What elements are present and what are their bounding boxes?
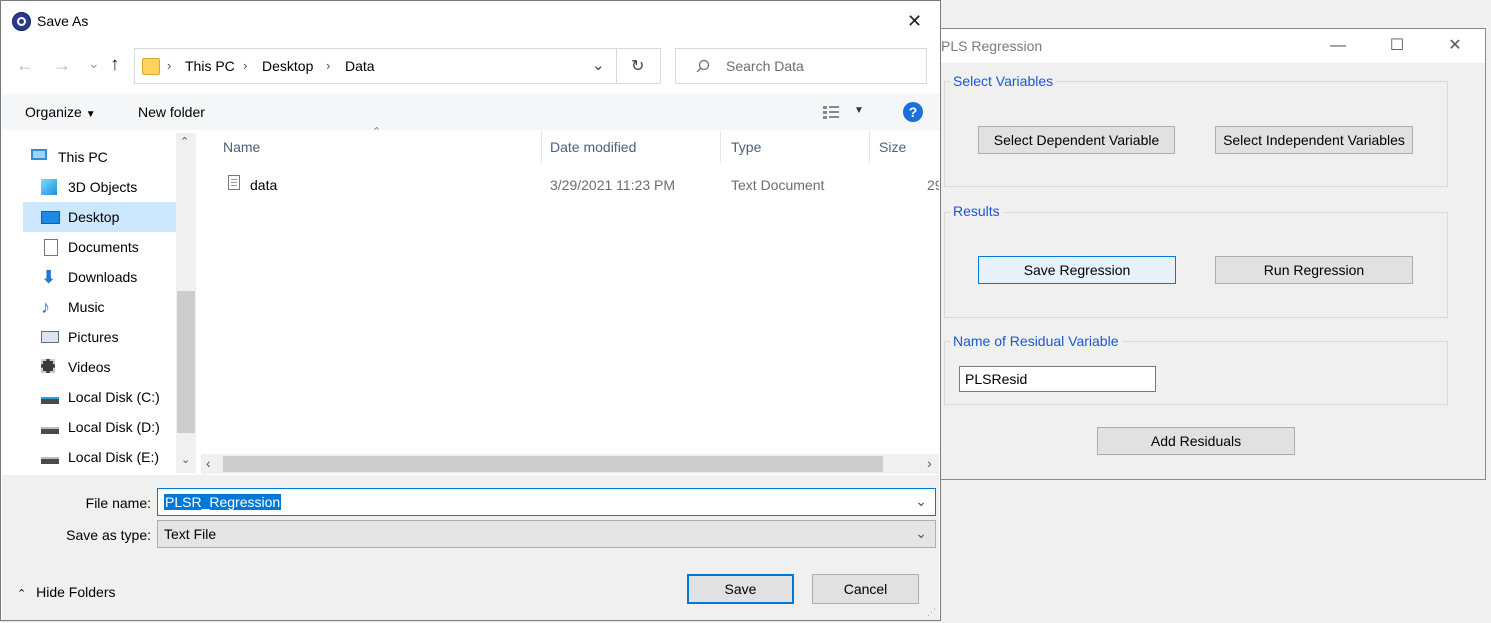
scroll-left-icon[interactable]: ‹ bbox=[206, 455, 211, 471]
sidebar-item-music[interactable]: ♪ Music bbox=[23, 292, 173, 322]
maximize-button[interactable]: ☐ bbox=[1374, 33, 1420, 59]
search-icon bbox=[696, 59, 710, 73]
scroll-right-icon[interactable]: › bbox=[927, 455, 932, 471]
sidebar-item-pictures[interactable]: Pictures bbox=[23, 322, 173, 352]
forward-button[interactable]: → bbox=[53, 55, 71, 76]
search-box[interactable]: Search Data bbox=[675, 48, 927, 84]
drive-icon bbox=[41, 457, 59, 464]
refresh-icon[interactable]: ↻ bbox=[631, 56, 644, 76]
breadcrumb-this-pc[interactable]: This PC bbox=[185, 58, 235, 74]
file-name-input[interactable]: PLSR_Regression ⌄ bbox=[157, 488, 936, 516]
file-list-hscrollbar[interactable]: ‹ › bbox=[201, 454, 939, 474]
file-type: Text Document bbox=[731, 177, 825, 193]
scroll-down-icon[interactable]: ⌄ bbox=[181, 453, 190, 466]
file-name-value: PLSR_Regression bbox=[164, 494, 282, 510]
close-button[interactable]: ✕ bbox=[1432, 33, 1478, 59]
save-as-type-value: Text File bbox=[164, 526, 217, 542]
drive-icon bbox=[41, 427, 59, 434]
text-file-icon bbox=[228, 175, 240, 190]
results-label: Results bbox=[950, 203, 1003, 219]
sidebar-item-videos[interactable]: Videos bbox=[23, 352, 173, 382]
column-header-date[interactable]: Date modified bbox=[550, 139, 636, 159]
column-divider bbox=[541, 131, 542, 163]
column-header-type[interactable]: Type bbox=[731, 139, 761, 159]
save-as-dialog: Save As ✕ ← → ⌄ ↑ › This PC › Desktop › … bbox=[0, 0, 941, 621]
residual-name-input[interactable]: PLSResid bbox=[959, 366, 1156, 392]
view-options-icon[interactable] bbox=[823, 104, 841, 120]
pictures-icon bbox=[41, 331, 59, 343]
select-dependent-variable-button[interactable]: Select Dependent Variable bbox=[978, 126, 1175, 154]
breadcrumb-desktop[interactable]: Desktop bbox=[262, 58, 313, 74]
hide-folders-button[interactable]: ⌃ Hide Folders bbox=[17, 584, 115, 600]
file-date: 3/29/2021 11:23 PM bbox=[550, 177, 676, 193]
computer-icon bbox=[31, 149, 47, 160]
file-name-label: File name: bbox=[85, 495, 151, 511]
column-divider bbox=[720, 131, 721, 163]
recent-locations-button[interactable]: ⌄ bbox=[88, 55, 100, 72]
back-button[interactable]: ← bbox=[16, 55, 34, 76]
up-button[interactable]: ↑ bbox=[110, 54, 120, 76]
organize-menu[interactable]: Organize ▼ bbox=[25, 104, 96, 120]
resize-grip-icon[interactable]: ⋰ bbox=[927, 608, 937, 618]
sidebar-item-this-pc[interactable]: This PC bbox=[13, 142, 163, 172]
pls-window-title: PLS Regression bbox=[941, 38, 1043, 54]
chevron-up-icon: ⌃ bbox=[17, 588, 27, 600]
address-bar[interactable]: › This PC › Desktop › Data ⌄ ↻ bbox=[134, 48, 661, 84]
new-folder-button[interactable]: New folder bbox=[138, 104, 205, 120]
dialog-close-button[interactable]: ✕ bbox=[907, 11, 922, 32]
download-icon: ⬇ bbox=[41, 267, 57, 287]
breadcrumb-data[interactable]: Data bbox=[345, 58, 375, 74]
breadcrumb-separator: › bbox=[326, 58, 331, 73]
sidebar-item-downloads[interactable]: ⬇ Downloads bbox=[23, 262, 173, 292]
search-placeholder: Search Data bbox=[726, 58, 804, 74]
hscroll-thumb[interactable] bbox=[223, 456, 883, 472]
desktop-icon bbox=[41, 211, 60, 224]
drive-icon bbox=[41, 397, 59, 404]
save-button[interactable]: Save bbox=[687, 574, 794, 604]
sidebar-item-local-disk-c[interactable]: Local Disk (C:) bbox=[23, 382, 173, 412]
column-divider bbox=[869, 131, 870, 163]
column-header-size[interactable]: Size bbox=[879, 139, 906, 159]
file-row[interactable]: data 3/29/2021 11:23 PM Text Document 29 bbox=[201, 171, 939, 199]
address-dropdown-icon[interactable]: ⌄ bbox=[592, 56, 605, 74]
add-residuals-button[interactable]: Add Residuals bbox=[1097, 427, 1295, 455]
breadcrumb-separator: › bbox=[243, 58, 248, 73]
breadcrumb-separator: › bbox=[167, 58, 172, 73]
save-as-type-dropdown-icon[interactable]: ⌄ bbox=[915, 525, 927, 542]
folder-icon bbox=[142, 58, 160, 75]
pls-regression-window: PLS Regression — ☐ ✕ Select Variables Se… bbox=[930, 28, 1486, 480]
minimize-button[interactable]: — bbox=[1315, 33, 1361, 59]
sidebar-item-desktop[interactable]: Desktop bbox=[23, 202, 173, 232]
sidebar-scrollbar[interactable]: ⌃ ⌄ bbox=[176, 133, 196, 473]
sidebar-item-local-disk-d[interactable]: Local Disk (D:) bbox=[23, 412, 173, 442]
view-dropdown-icon[interactable]: ▼ bbox=[854, 105, 864, 116]
run-regression-button[interactable]: Run Regression bbox=[1215, 256, 1413, 284]
file-name: data bbox=[250, 177, 278, 193]
sidebar-scroll-thumb[interactable] bbox=[177, 291, 195, 433]
dialog-title: Save As bbox=[37, 13, 89, 29]
save-regression-button[interactable]: Save Regression bbox=[978, 256, 1176, 284]
documents-icon bbox=[44, 239, 58, 256]
file-name-dropdown-icon[interactable]: ⌄ bbox=[915, 493, 927, 510]
column-header-name[interactable]: Name bbox=[223, 139, 260, 159]
sidebar-item-local-disk-e[interactable]: Local Disk (E:) bbox=[23, 442, 173, 472]
sidebar-item-documents[interactable]: Documents bbox=[23, 232, 173, 262]
help-icon[interactable]: ? bbox=[903, 102, 923, 122]
file-size: 29 bbox=[927, 177, 939, 193]
sort-arrow-icon: ⌃ bbox=[372, 126, 382, 138]
scroll-up-icon[interactable]: ⌃ bbox=[180, 135, 189, 148]
app-icon bbox=[12, 12, 31, 31]
sidebar-item-3d-objects[interactable]: 3D Objects bbox=[23, 172, 173, 202]
save-as-type-label: Save as type: bbox=[66, 527, 151, 543]
residual-variable-label: Name of Residual Variable bbox=[950, 333, 1122, 349]
save-as-type-select[interactable]: Text File ⌄ bbox=[157, 520, 936, 548]
pls-title-bar[interactable]: PLS Regression — ☐ ✕ bbox=[931, 29, 1485, 63]
select-variables-label: Select Variables bbox=[950, 73, 1057, 89]
cube-icon bbox=[41, 179, 57, 195]
music-icon: ♪ bbox=[41, 297, 50, 317]
select-independent-variables-button[interactable]: Select Independent Variables bbox=[1215, 126, 1413, 154]
videos-icon bbox=[41, 359, 55, 373]
cancel-button[interactable]: Cancel bbox=[812, 574, 919, 604]
